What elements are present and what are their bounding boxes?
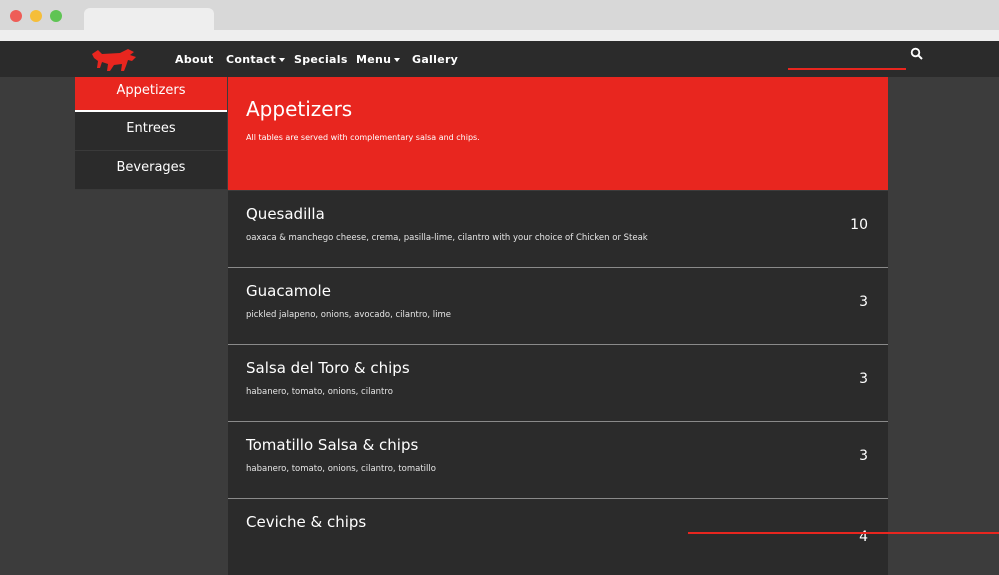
menu-item-description: habanero, tomato, onions, cilantro [246, 387, 393, 397]
browser-toolbar [0, 30, 999, 41]
section-header: Appetizers All tables are served with co… [228, 77, 888, 190]
close-window-button[interactable] [10, 10, 22, 22]
menu-item-name: Guacamole [246, 282, 331, 300]
chevron-down-icon [279, 58, 286, 62]
menu-item: Quesadilla oaxaca & manchego cheese, cre… [228, 191, 888, 268]
browser-chrome [0, 0, 999, 41]
nav-gallery[interactable]: Gallery [412, 53, 458, 66]
section-subtitle: All tables are served with complementary… [246, 133, 480, 142]
sidebar-item-entrees[interactable]: Entrees [75, 112, 227, 151]
menu-item-description: pickled jalapeno, onions, avocado, cilan… [246, 310, 451, 320]
menu-item-price: 3 [859, 371, 868, 387]
menu-item-name: Tomatillo Salsa & chips [246, 436, 419, 454]
sidebar-item-beverages[interactable]: Beverages [75, 151, 227, 190]
chevron-down-icon [394, 58, 401, 62]
section-title: Appetizers [246, 97, 353, 121]
maximize-window-button[interactable] [50, 10, 62, 22]
menu-item: Salsa del Toro & chips habanero, tomato,… [228, 345, 888, 422]
nav-specials[interactable]: Specials [294, 53, 348, 66]
minimize-window-button[interactable] [30, 10, 42, 22]
menu-item: Guacamole pickled jalapeno, onions, avoc… [228, 268, 888, 345]
search-icon[interactable] [910, 47, 924, 61]
search-input[interactable] [788, 68, 906, 70]
bull-logo-icon[interactable] [90, 46, 138, 72]
menu-list: Quesadilla oaxaca & manchego cheese, cre… [228, 191, 888, 575]
nav-about[interactable]: About [175, 53, 214, 66]
menu-item-name: Ceviche & chips [246, 513, 367, 531]
menu-item-price: 3 [859, 294, 868, 310]
menu-item-price: 3 [859, 448, 868, 464]
nav-contact[interactable]: Contact [226, 53, 286, 66]
menu-item-name: Salsa del Toro & chips [246, 359, 410, 377]
menu-item-description: habanero, tomato, onions, cilantro, toma… [246, 464, 436, 474]
nav-menu[interactable]: Menu [356, 53, 401, 66]
menu-item-name: Quesadilla [246, 205, 325, 223]
top-navigation: About Contact Specials Menu Gallery [0, 41, 999, 77]
menu-item-price: 10 [850, 217, 868, 233]
sidebar-item-appetizers[interactable]: Appetizers [75, 77, 227, 112]
category-sidebar: Appetizers Entrees Beverages [75, 77, 227, 190]
menu-item-description: oaxaca & manchego cheese, crema, pasilla… [246, 233, 648, 243]
menu-item: Tomatillo Salsa & chips habanero, tomato… [228, 422, 888, 499]
menu-item: Ceviche & chips 4 [228, 499, 888, 575]
browser-tab[interactable] [84, 8, 214, 32]
